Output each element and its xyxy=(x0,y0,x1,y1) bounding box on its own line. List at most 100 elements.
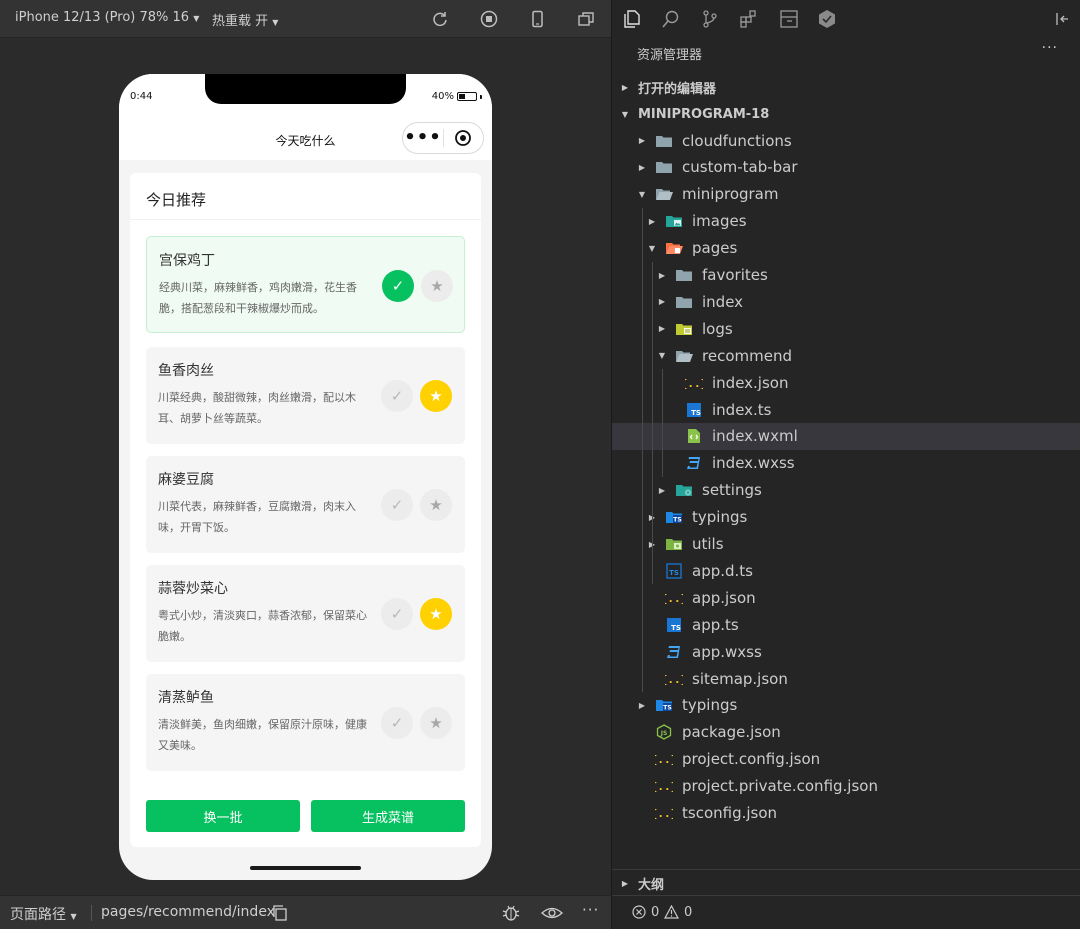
star-icon[interactable]: ★ xyxy=(420,707,452,739)
chevron-right-icon[interactable]: ▶ xyxy=(646,217,658,226)
generate-recipe-button[interactable]: 生成菜谱 xyxy=(311,800,465,832)
source-control-icon[interactable] xyxy=(699,8,721,30)
extensions-icon[interactable] xyxy=(738,8,760,30)
open-editors-section[interactable]: ▶ 打开的编辑器 xyxy=(612,74,1080,100)
tree-item[interactable]: {..} sitemap.json xyxy=(612,665,1080,692)
tree-item[interactable]: index.wxml xyxy=(612,422,1080,450)
nav-bar: 今天吃什么 ••• xyxy=(119,108,492,160)
tree-item-label: typings xyxy=(692,508,748,527)
tree-item-label: index.wxml xyxy=(712,427,798,446)
simulator-bottom-bar: 页面路径 ▼ pages/recommend/index ··· xyxy=(0,895,611,929)
star-icon[interactable]: ★ xyxy=(420,380,452,412)
chevron-right-icon[interactable]: ▶ xyxy=(656,271,668,280)
tree-item[interactable]: TS app.d.ts xyxy=(612,557,1080,584)
tree-item[interactable]: ▶ index xyxy=(612,288,1080,315)
close-target-icon[interactable] xyxy=(444,129,483,147)
tree-item[interactable]: ▼ miniprogram xyxy=(612,181,1080,208)
refresh-batch-button[interactable]: 换一批 xyxy=(146,800,300,832)
copy-icon[interactable] xyxy=(272,905,288,925)
chevron-right-icon[interactable]: ▶ xyxy=(636,701,648,710)
tree-item[interactable]: ▶ logs xyxy=(612,315,1080,342)
tree-item[interactable]: app.wxss xyxy=(612,638,1080,665)
tree-item-label: custom-tab-bar xyxy=(682,158,798,177)
tree-item-label: cloudfunctions xyxy=(682,131,792,150)
tree-item[interactable]: ▼ pages xyxy=(612,235,1080,262)
device-selector[interactable]: iPhone 12/13 (Pro) 78% 16 ▼ xyxy=(15,10,199,25)
collapse-panel-icon[interactable] xyxy=(1052,8,1074,30)
tree-item[interactable]: TS index.ts xyxy=(612,396,1080,423)
dish-desc: 经典川菜，麻辣鲜香，鸡肉嫩滑，花生香脆，搭配葱段和干辣椒爆炒而成。 xyxy=(159,281,357,315)
project-section[interactable]: ▼ MINIPROGRAM-18 xyxy=(612,101,1080,127)
ts-folder-icon: TS xyxy=(654,695,674,715)
chevron-right-icon[interactable]: ▶ xyxy=(636,163,648,172)
refresh-icon[interactable] xyxy=(430,9,450,29)
cloud-dev-icon[interactable] xyxy=(816,8,838,30)
tree-item[interactable]: ▶ images xyxy=(612,208,1080,235)
chevron-down-icon[interactable]: ▼ xyxy=(636,190,648,199)
tree-item[interactable]: ▶ settings xyxy=(612,477,1080,504)
hot-reload-toggle[interactable]: 热重载 开 ▼ xyxy=(212,10,278,29)
eye-icon[interactable] xyxy=(541,904,563,926)
css-file-icon xyxy=(664,642,684,662)
page-path-dropdown[interactable]: 页面路径 ▼ xyxy=(10,904,77,924)
tree-item[interactable]: {..} project.config.json xyxy=(612,746,1080,773)
check-icon[interactable]: ✓ xyxy=(381,380,413,412)
folder-open-icon xyxy=(674,346,694,366)
chevron-down-icon: ▼ xyxy=(272,18,279,27)
chevron-down-icon[interactable]: ▼ xyxy=(646,244,658,253)
files-icon[interactable] xyxy=(621,8,643,30)
star-icon[interactable]: ★ xyxy=(421,270,453,302)
problems-status[interactable]: 0 0 xyxy=(612,895,1080,929)
pages-folder-icon xyxy=(664,238,684,258)
search-icon[interactable] xyxy=(660,8,682,30)
dish-name: 蒜蓉炒菜心 xyxy=(158,581,228,597)
check-icon[interactable]: ✓ xyxy=(381,707,413,739)
chevron-right-icon[interactable]: ▶ xyxy=(636,136,648,145)
star-icon[interactable]: ★ xyxy=(420,598,452,630)
tree-item-label: typings xyxy=(682,696,738,715)
check-icon[interactable]: ✓ xyxy=(381,489,413,521)
tree-item[interactable]: ▶utils xyxy=(612,531,1080,558)
check-icon[interactable]: ✓ xyxy=(382,270,414,302)
tree-item[interactable]: {..} index.json xyxy=(612,369,1080,396)
tree-item[interactable]: ▶ TS typings xyxy=(612,692,1080,719)
outline-section[interactable]: ▶ 大纲 xyxy=(612,869,1080,895)
tree-item-label: app.d.ts xyxy=(692,561,753,580)
check-icon[interactable]: ✓ xyxy=(381,598,413,630)
ts-file-icon: TS xyxy=(684,400,704,420)
battery-tip xyxy=(480,94,482,99)
tree-item[interactable]: ▶ cloudfunctions xyxy=(612,127,1080,154)
explorer-pane: 资源管理器 ··· ▶ 打开的编辑器 ▼ MINIPROGRAM-18 ▶ clo… xyxy=(611,0,1080,929)
more-icon[interactable]: ••• xyxy=(403,129,443,147)
phone-icon[interactable] xyxy=(527,9,547,29)
storage-icon[interactable] xyxy=(778,8,800,30)
star-icon[interactable]: ★ xyxy=(420,489,452,521)
phone-notch xyxy=(205,74,406,104)
more-icon[interactable]: ··· xyxy=(1042,40,1058,56)
tree-item[interactable]: {..} tsconfig.json xyxy=(612,800,1080,827)
stop-icon[interactable] xyxy=(479,9,499,29)
tree-item[interactable]: ▶ favorites xyxy=(612,262,1080,289)
tree-item[interactable]: {..} project.private.config.json xyxy=(612,773,1080,800)
tree-item[interactable]: index.wxss xyxy=(612,450,1080,477)
chevron-right-icon[interactable]: ▶ xyxy=(656,486,668,495)
tree-item[interactable]: ▼ recommend xyxy=(612,342,1080,369)
more-icon[interactable]: ··· xyxy=(582,901,599,919)
tree-item[interactable]: ▶TStypings xyxy=(612,504,1080,531)
chevron-right-icon[interactable]: ▶ xyxy=(656,297,668,306)
window-icon[interactable] xyxy=(576,9,596,29)
dish-item: 蒜蓉炒菜心 粤式小炒，清淡爽口，蒜香浓郁，保留菜心脆嫩。 ✓ ★ xyxy=(146,565,465,662)
tree-item[interactable]: TS app.ts xyxy=(612,611,1080,638)
tree-item[interactable]: {..} app.json xyxy=(612,584,1080,611)
menu-capsule: ••• xyxy=(402,122,484,154)
json-file-icon: {..} xyxy=(654,749,674,769)
bug-icon[interactable] xyxy=(501,903,521,927)
tree-item-label: favorites xyxy=(702,266,768,284)
chevron-down-icon[interactable]: ▼ xyxy=(656,351,668,360)
tree-item[interactable]: JS package.json xyxy=(612,719,1080,746)
ts-folder-icon: TS xyxy=(664,507,684,527)
error-count: 0 xyxy=(651,905,660,920)
tree-item-label: package.json xyxy=(682,723,781,742)
chevron-right-icon[interactable]: ▶ xyxy=(656,324,668,333)
tree-item[interactable]: ▶ custom-tab-bar xyxy=(612,154,1080,181)
